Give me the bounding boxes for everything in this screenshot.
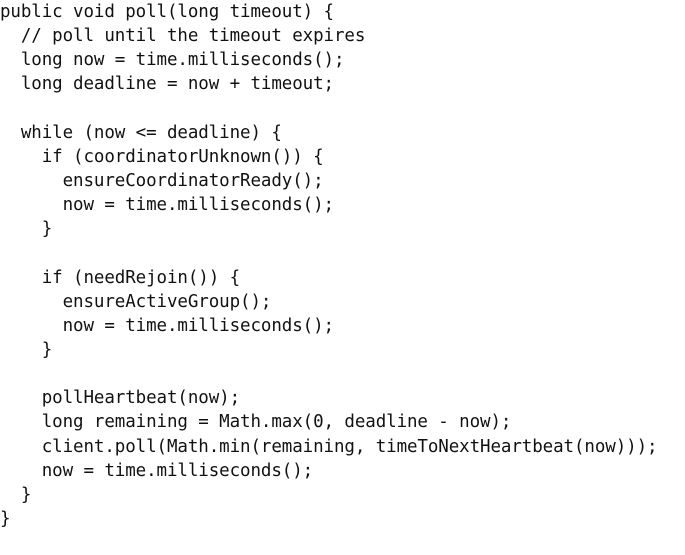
code-line: now = time.milliseconds(); [0,195,334,216]
code-line: } [0,508,11,529]
code-line: while (now <= deadline) { [0,122,282,143]
code-line: pollHeartbeat(now); [0,388,241,409]
code-line: client.poll(Math.min(remaining, timeToNe… [0,436,658,457]
code-line: // poll until the timeout expires [0,26,366,47]
code-line: long remaining = Math.max(0, deadline - … [0,412,512,433]
code-line: public void poll(long timeout) { [0,2,334,22]
code-line: } [0,219,53,240]
code-line: ensureActiveGroup(); [0,291,272,312]
code-line: } [0,484,32,505]
code-line: now = time.milliseconds(); [0,460,314,481]
code-listing: public void poll(long timeout) { // poll… [0,0,658,531]
code-line: } [0,339,53,360]
code-line: ensureCoordinatorReady(); [0,170,324,191]
code-line: if (coordinatorUnknown()) { [0,146,324,167]
code-line: long deadline = now + timeout; [0,74,334,95]
code-line: now = time.milliseconds(); [0,315,334,336]
code-line: long now = time.milliseconds(); [0,50,345,71]
code-line: if (needRejoin()) { [0,267,241,288]
